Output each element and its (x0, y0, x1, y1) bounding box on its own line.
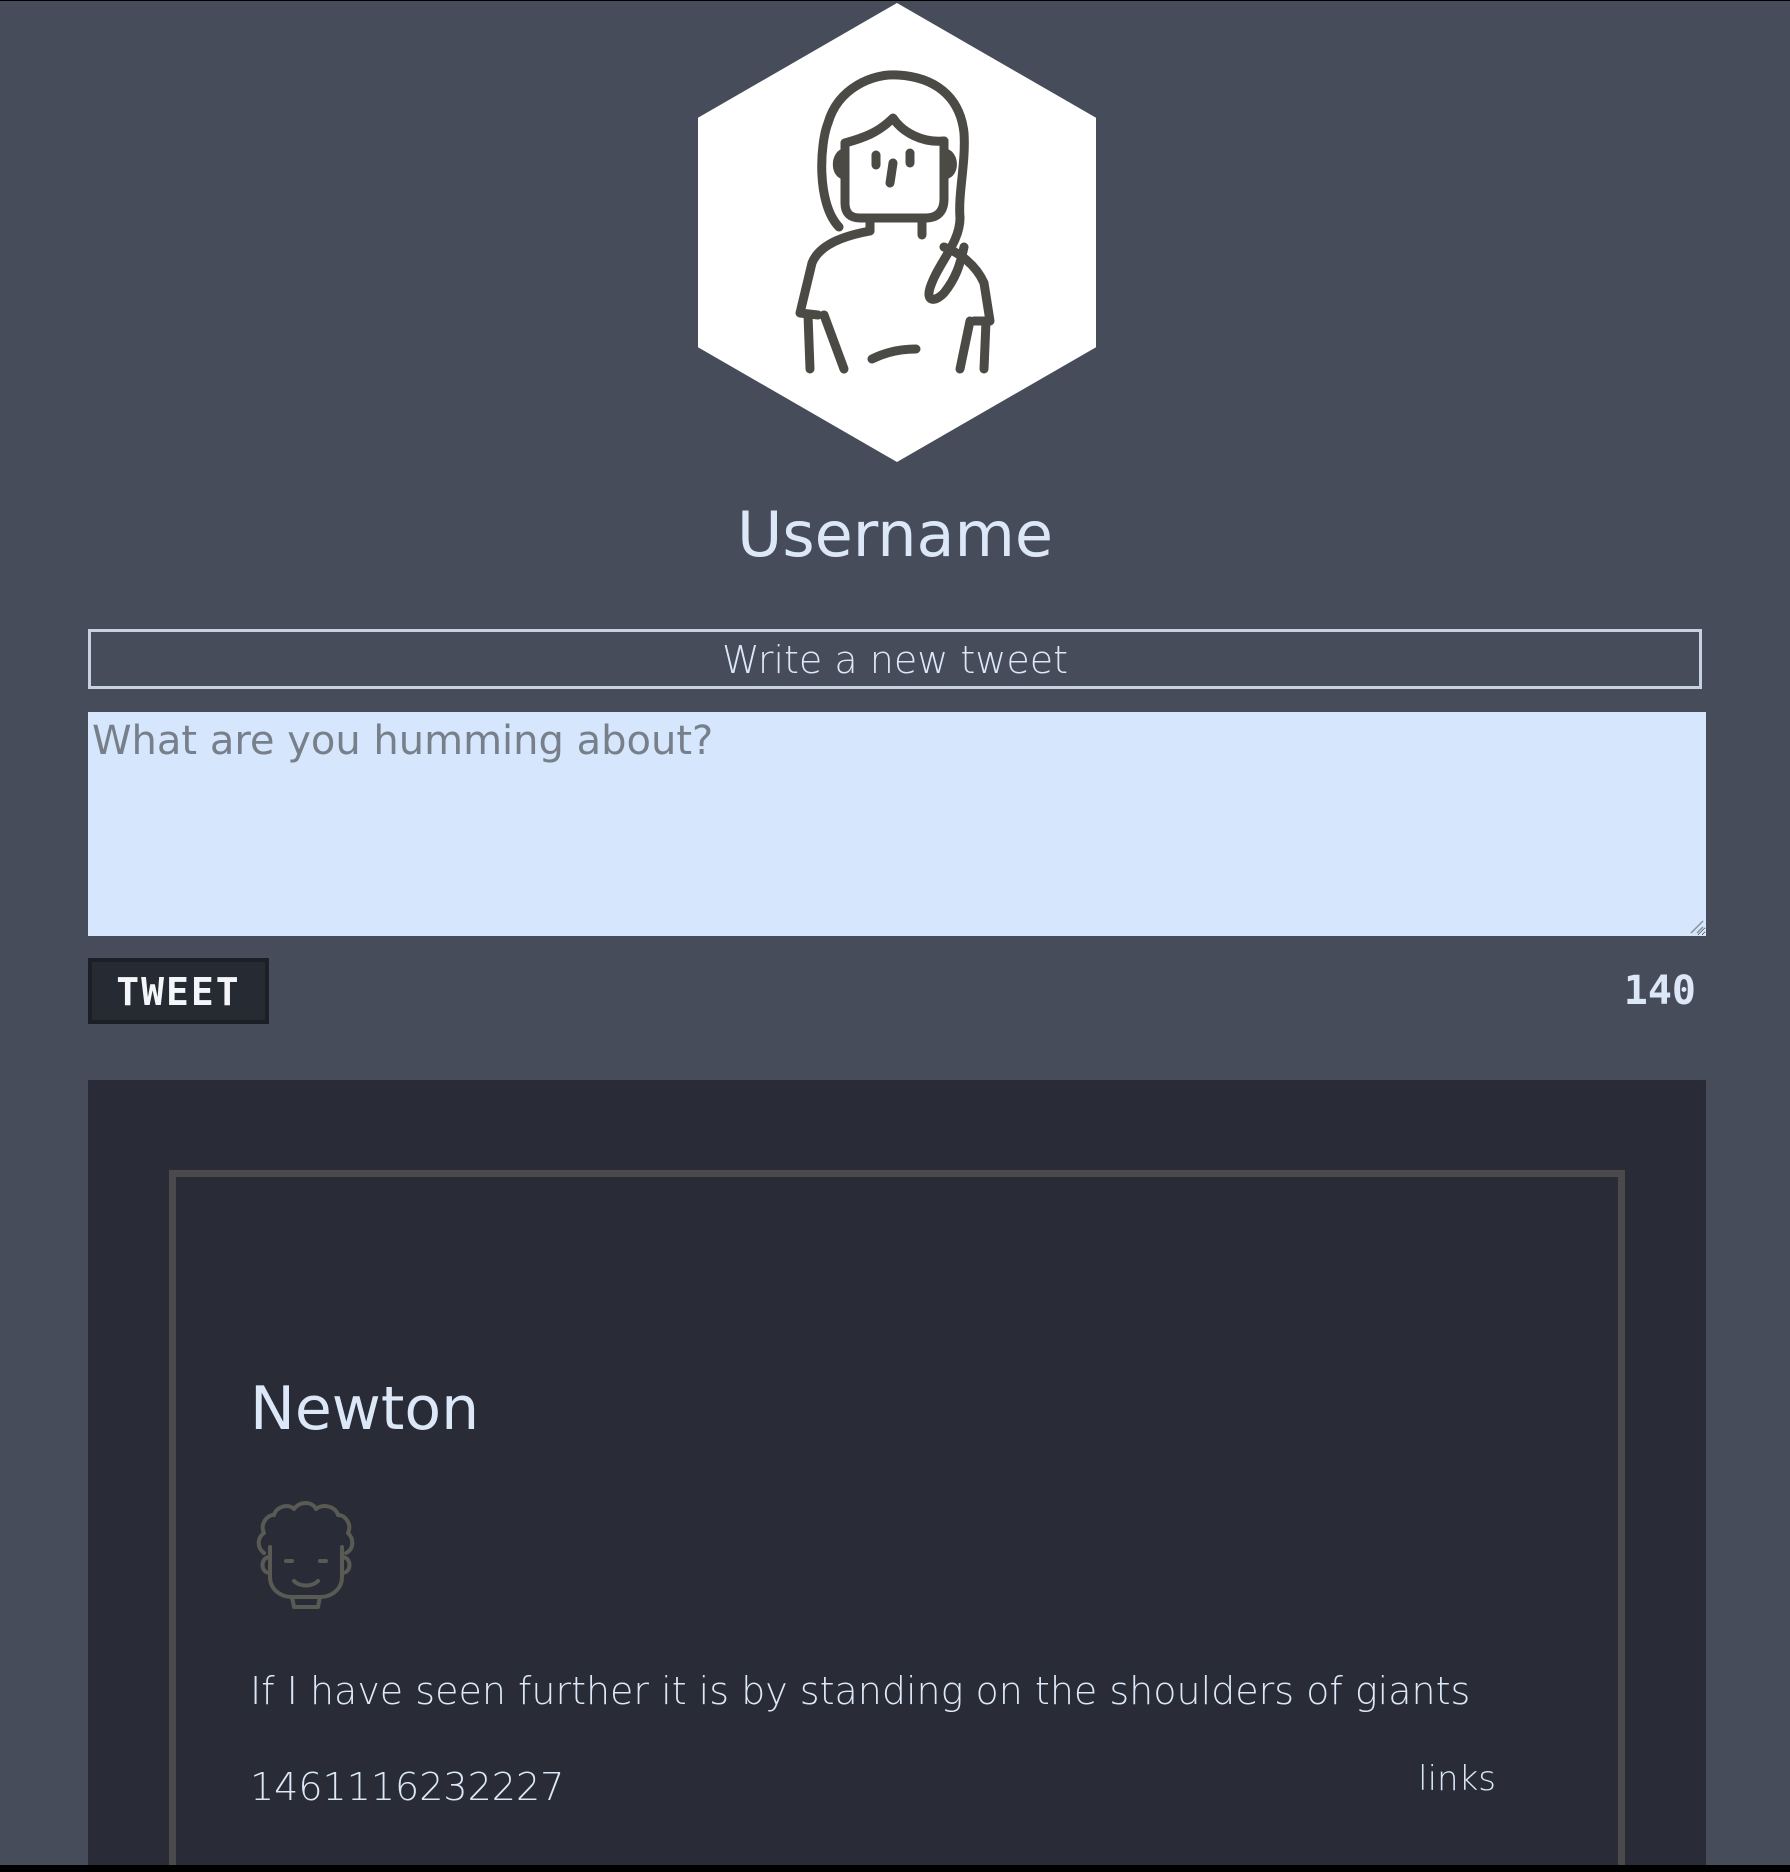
profile-avatar (698, 3, 1096, 462)
compose-header: Write a new tweet (88, 629, 1702, 689)
page: Username Write a new tweet TWEET 140 New… (0, 1, 1790, 1865)
tweet-links-link[interactable]: links (1376, 1754, 1496, 1804)
profile-username: Username (736, 498, 1054, 571)
tweet-feed: Newton If I have seen further it is by s… (88, 1080, 1706, 1865)
tweet-card: Newton If I have seen further it is by s… (169, 1170, 1625, 1865)
character-counter: 140 (1623, 968, 1696, 1014)
tweet-button[interactable]: TWEET (88, 958, 269, 1024)
woman-avatar-icon (795, 70, 995, 374)
tweet-author: Newton (250, 1374, 480, 1444)
tweet-text: If I have seen further it is by standing… (250, 1669, 1471, 1713)
curly-hair-man-avatar-icon (256, 1501, 355, 1609)
resize-handle-icon[interactable] (1688, 918, 1704, 934)
tweet-timestamp: 1461116232227 (250, 1765, 565, 1809)
tweet-input[interactable] (88, 712, 1706, 936)
